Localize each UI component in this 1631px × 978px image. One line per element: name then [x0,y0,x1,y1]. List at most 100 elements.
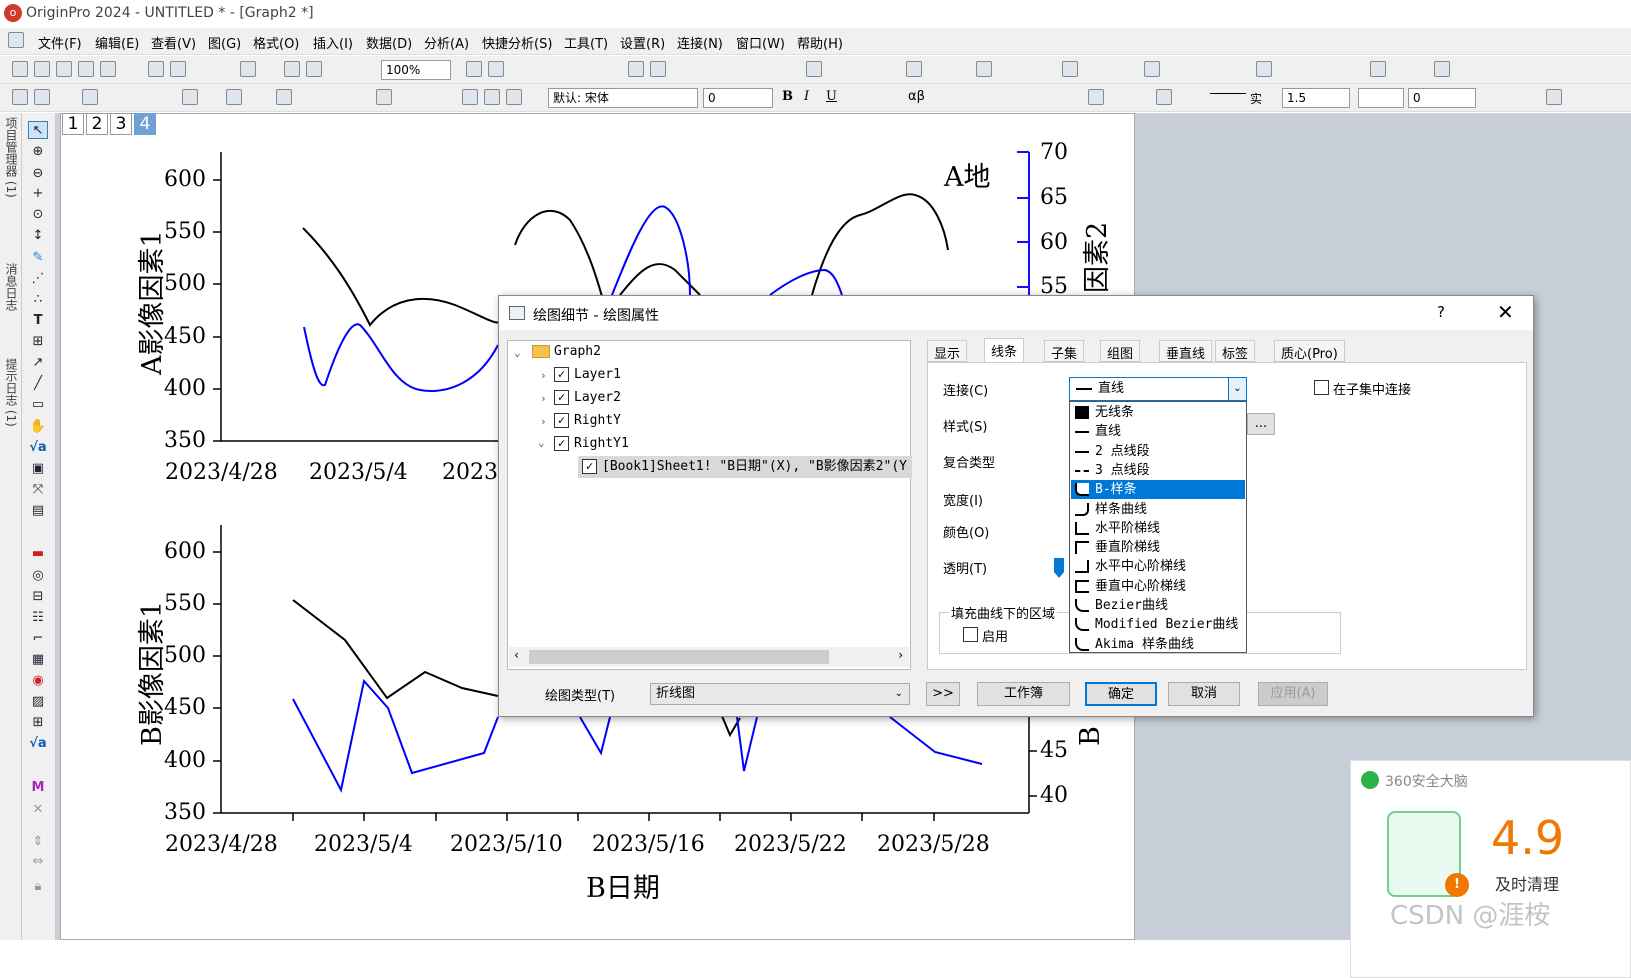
bottom-right-tick: 45 [1040,738,1068,763]
tree-item-plot[interactable]: ✓ [Book1]Sheet1! "B日期"(X), "B影像因素2"(Y [578,456,912,478]
tree-horizontal-scrollbar[interactable]: ‹ › [509,647,909,667]
tree-label: RightY1 [574,436,629,451]
bottom-xtick: 2023/5/28 [877,832,990,857]
top-right-tick: 65 [1040,185,1068,210]
subset-connect-checkbox[interactable] [1314,380,1329,395]
option-label: 垂直中心阶梯线 [1095,578,1187,594]
close-icon[interactable]: ✕ [1497,300,1514,324]
top-right-tick: 70 [1040,140,1068,165]
fill-area-label: 填充曲线下的区域 [949,603,1058,622]
option-straight[interactable]: 直线 [1071,422,1245,441]
straight-line-icon [1075,431,1089,434]
step-horizontal-icon [1075,521,1089,535]
top-xtick: 2023/4/28 [165,460,278,485]
subset-connect-label: 在子集中连接 [1333,383,1412,398]
top-blue-curve [303,323,499,392]
bottom-ytick: 600 [164,539,206,564]
tree-item-layer2[interactable]: ✓ Layer2 [554,387,621,409]
expand-arrow-icon[interactable]: › [540,392,547,405]
warning-icon: ! [1445,873,1469,897]
scrollbar-thumb[interactable] [529,650,829,664]
chevron-down-icon[interactable]: ⌄ [895,684,903,704]
popup-title: 360安全大脑 [1385,774,1468,790]
segment-2-icon [1075,450,1089,453]
tree-item-righty1[interactable]: ✓ RightY1 [554,433,629,455]
ok-button[interactable]: 确定 [1085,682,1157,706]
option-step-horizontal[interactable]: 水平阶梯线 [1071,519,1245,538]
apply-button[interactable]: 应用(A) [1258,682,1328,706]
top-right-tick: 60 [1040,230,1068,255]
bottom-ytick: 400 [164,748,206,773]
bottom-right-tick: 40 [1040,783,1068,808]
top-ylabel: A影像因素1 [137,230,168,375]
help-button[interactable]: ? [1437,303,1445,321]
option-no-line[interactable]: 无线条 [1071,403,1245,422]
checkbox-layer1[interactable]: ✓ [554,367,569,382]
popup-score: 4.9 [1491,811,1565,865]
line-preview-icon [1076,387,1092,390]
chevron-down-icon[interactable]: ⌄ [1228,378,1246,400]
step-v-center-icon [1075,579,1089,593]
tab-line[interactable]: 线条 [984,338,1025,363]
top-ytick: 350 [164,428,206,453]
checkbox-layer2[interactable]: ✓ [554,390,569,405]
option-step-h-center[interactable]: 水平中心阶梯线 [1071,557,1245,576]
option-bezier[interactable]: Bezier曲线 [1071,596,1245,615]
top-black-curve [302,227,501,327]
tab-labels[interactable]: 标签 [1215,340,1256,362]
option-step-vertical[interactable]: 垂直阶梯线 [1071,538,1245,557]
plot-type-value: 折线图 [656,686,696,701]
tree-label: Layer1 [574,367,621,382]
expand-arrow-icon[interactable]: › [540,415,547,428]
step-vertical-icon [1075,541,1089,555]
collapse-arrow-icon[interactable]: ⌄ [514,346,521,359]
top-ytick: 450 [164,324,206,349]
top-xtick: 2023/5/4 [309,460,408,485]
option-label: 样条曲线 [1095,501,1148,517]
option-akima[interactable]: Akima 样条曲线 [1071,635,1245,654]
option-modified-bezier[interactable]: Modified Bezier曲线 [1071,615,1245,634]
dialog-titlebar: 绘图细节 - 绘图属性 ? ✕ [499,296,1533,330]
tab-centroid[interactable]: 质心(Pro) [1274,340,1345,362]
option-3-point-segment[interactable]: 3 点线段 [1071,461,1245,480]
scroll-right-icon[interactable]: › [897,648,904,662]
bottom-right-label: B [1075,726,1106,746]
transparency-label: 透明(T) [943,562,988,577]
option-2-point-segment[interactable]: 2 点线段 [1071,442,1245,461]
style-more-button[interactable]: ... [1247,413,1275,435]
top-right-axis [1017,151,1030,295]
tab-drop-lines[interactable]: 垂直线 [1159,340,1213,362]
workbook-button[interactable]: 工作簿 [977,682,1070,706]
tree-plot-label: [Book1]Sheet1! "B日期"(X), "B影像因素2"(Y [602,459,907,474]
expand-button[interactable]: >> [926,682,960,706]
popup-subtitle: 及时清理 [1495,875,1560,894]
tab-display[interactable]: 显示 [927,340,968,362]
tree-item-graph2[interactable]: Graph2 [532,341,601,363]
scroll-left-icon[interactable]: ‹ [513,648,520,662]
connect-select[interactable]: 直线 ⌄ [1069,377,1247,401]
style-label: 样式(S) [943,420,988,435]
cancel-button[interactable]: 取消 [1168,682,1240,706]
tree-item-layer1[interactable]: ✓ Layer1 [554,364,621,386]
checkbox-righty1[interactable]: ✓ [554,436,569,451]
tab-subset[interactable]: 子集 [1044,340,1085,362]
top-ytick: 500 [164,271,206,296]
plot-details-dialog: 绘图细节 - 绘图属性 ? ✕ ⌄ Graph2 › ✓ Layer1 › ✓ La… [498,295,1534,717]
connect-label: 连接(C) [943,384,989,399]
option-spline[interactable]: 样条曲线 [1071,500,1245,519]
option-step-v-center[interactable]: 垂直中心阶梯线 [1071,577,1245,596]
checkbox-plot[interactable]: ✓ [582,459,597,474]
top-black-curve-right [514,193,949,301]
color-label: 颜色(O) [943,526,990,541]
option-b-spline[interactable]: B-样条 [1071,480,1245,500]
option-label: B-样条 [1095,482,1137,498]
plot-type-select[interactable]: 折线图 ⌄ [650,683,910,705]
expand-arrow-icon[interactable]: › [540,369,547,382]
tree-item-righty[interactable]: ✓ RightY [554,410,621,432]
checkbox-righty[interactable]: ✓ [554,413,569,428]
tab-group[interactable]: 组图 [1100,340,1141,362]
enable-fill-checkbox[interactable] [963,627,978,642]
collapse-arrow-icon[interactable]: ⌄ [538,436,545,449]
folder-icon [532,345,550,358]
no-line-icon [1075,406,1089,419]
